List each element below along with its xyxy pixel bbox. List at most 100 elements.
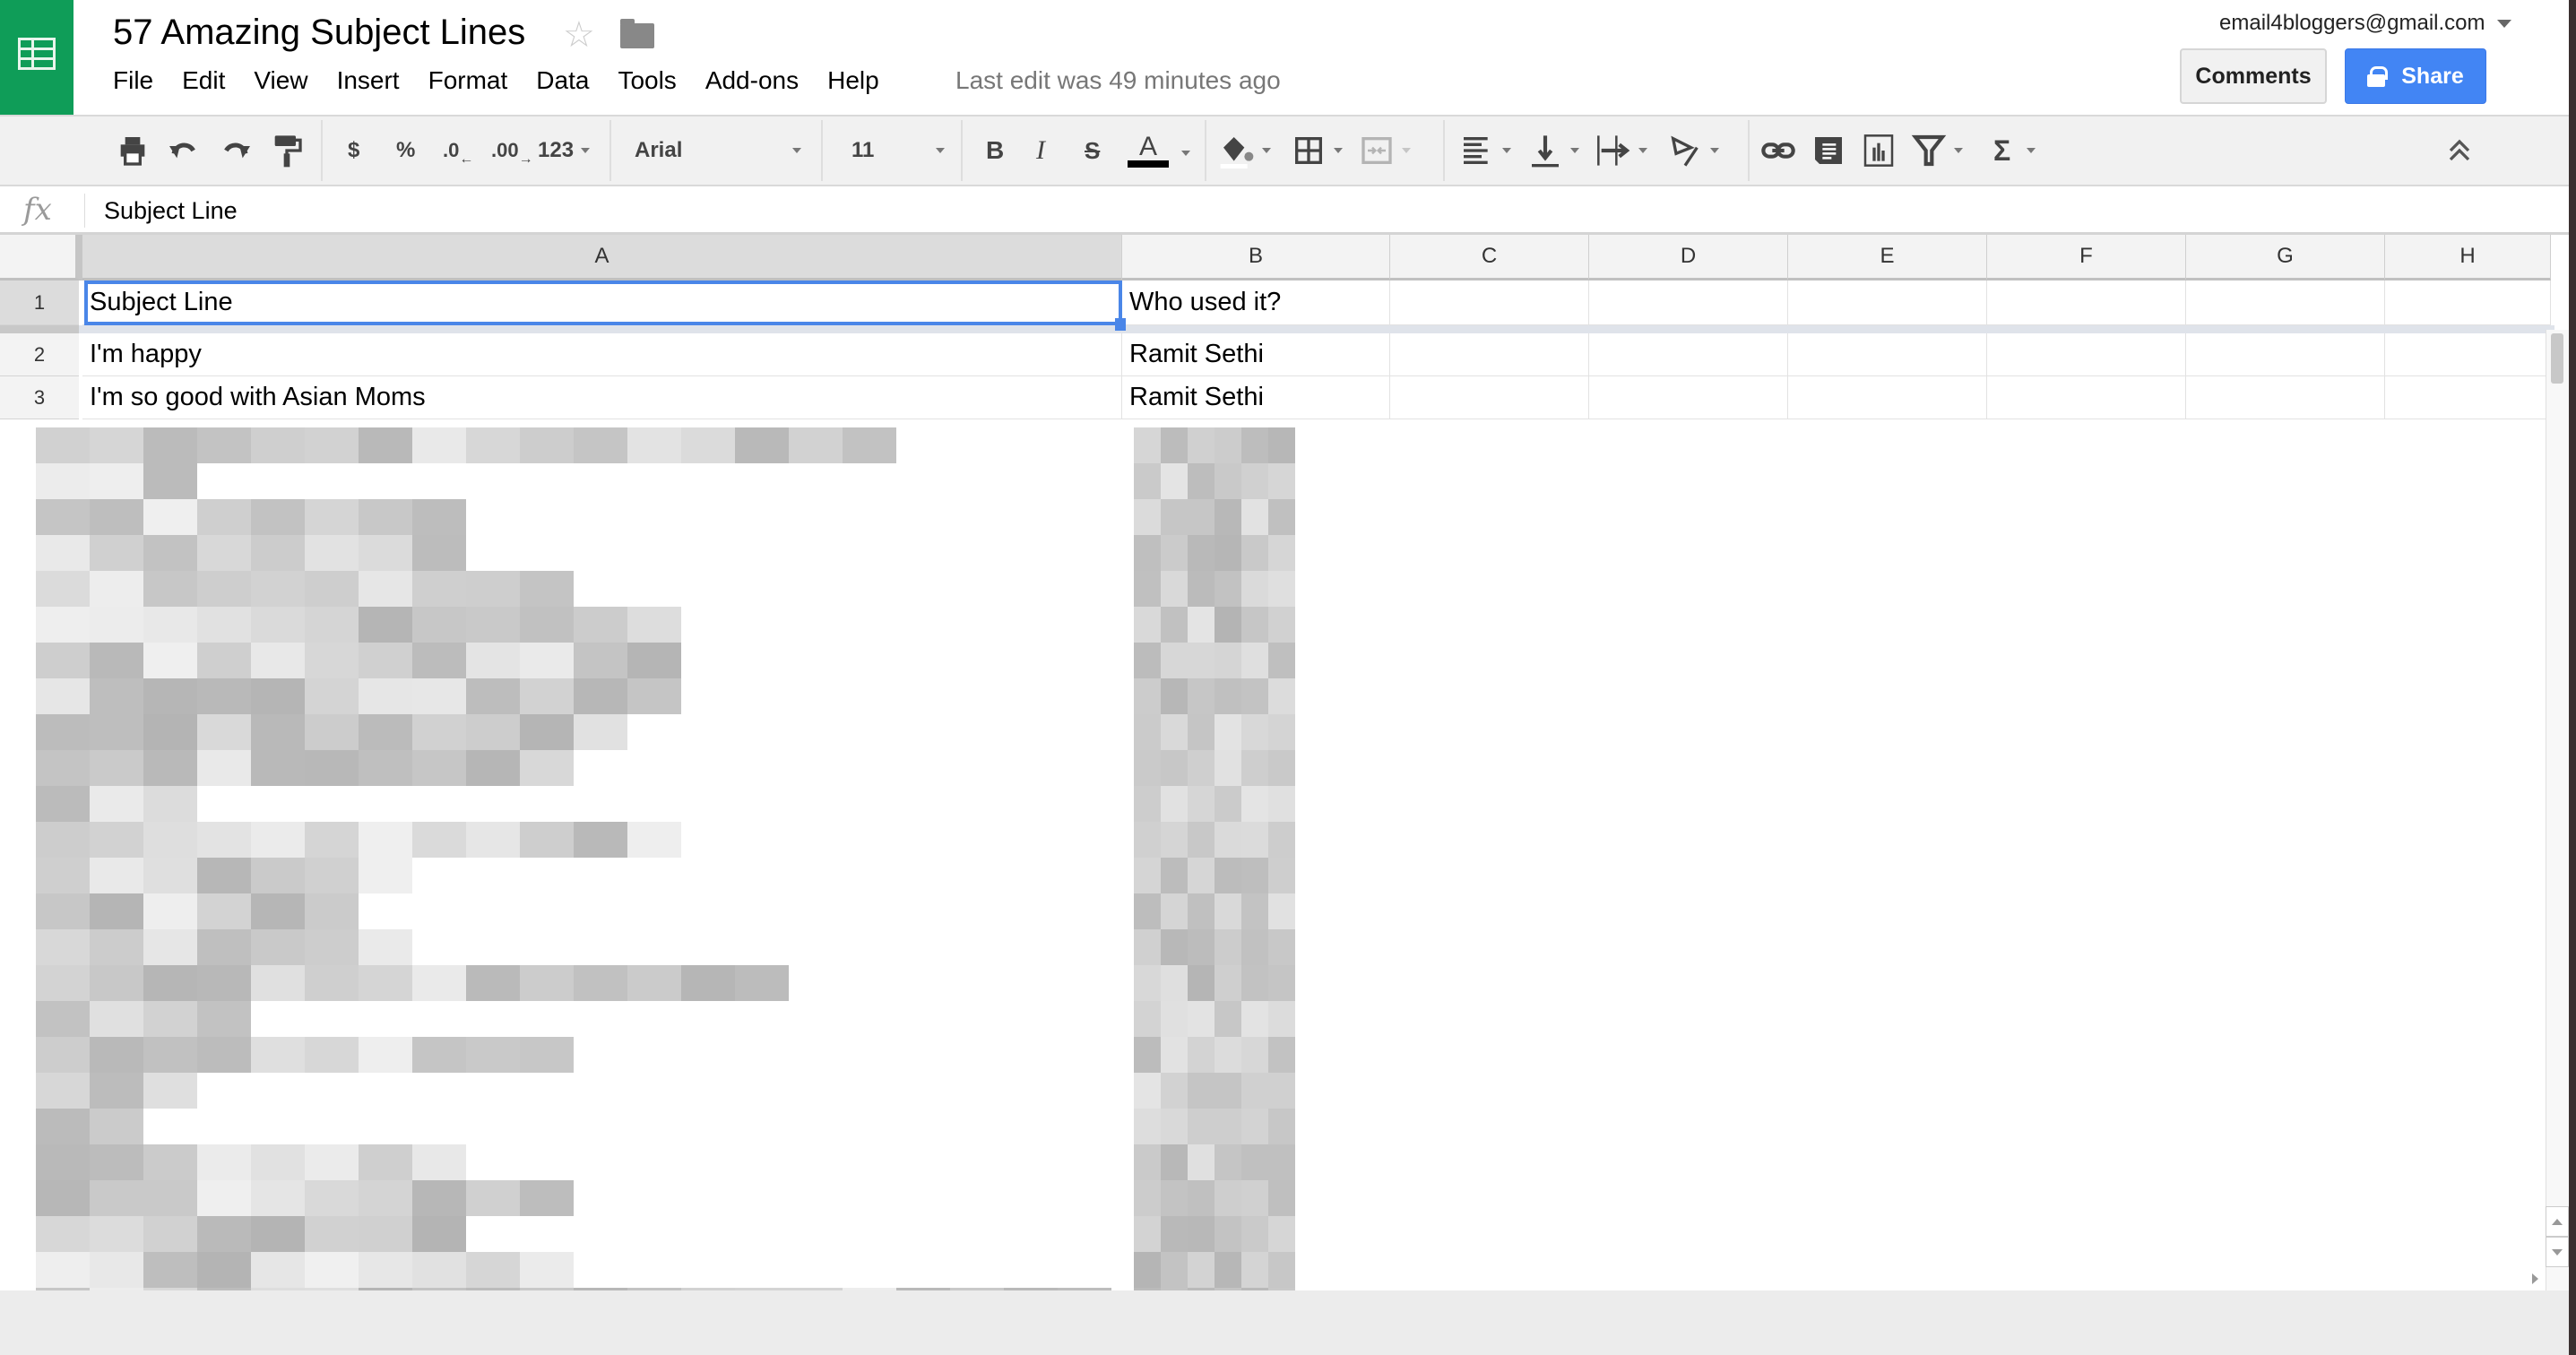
row-header-1[interactable]: 1 <box>0 280 79 325</box>
frozen-row-handle[interactable] <box>0 325 79 333</box>
cell-a3[interactable]: I'm so good with Asian Moms <box>82 376 1122 419</box>
redo-button[interactable] <box>219 117 255 185</box>
text-color-button[interactable]: A <box>1128 117 1169 185</box>
font-family-select[interactable]: Arial <box>635 117 801 185</box>
merge-cells-button[interactable] <box>1359 117 1411 185</box>
column-header-d[interactable]: D <box>1589 235 1788 280</box>
column-header-f[interactable]: F <box>1987 235 2186 280</box>
cell-b1[interactable]: Who used it? <box>1122 280 1390 325</box>
scroll-right-button[interactable] <box>2524 1267 2546 1290</box>
filter-button[interactable] <box>1911 117 1963 185</box>
font-family-value: Arial <box>635 138 683 162</box>
collapse-toolbar-button[interactable] <box>2442 117 2477 185</box>
comments-button[interactable]: Comments <box>2180 48 2327 104</box>
chevron-down-icon[interactable] <box>2497 20 2511 28</box>
last-edit-status[interactable]: Last edit was 49 minutes ago <box>955 66 1281 95</box>
row-header-3[interactable]: 3 <box>0 376 79 419</box>
document-title[interactable]: 57 Amazing Subject Lines <box>113 13 525 53</box>
menu-data[interactable]: Data <box>536 66 589 95</box>
paint-format-button[interactable] <box>269 117 305 185</box>
obscured-block <box>36 463 90 499</box>
decrease-decimal-button[interactable]: .0 ← <box>443 117 473 185</box>
cell-c1[interactable] <box>1390 280 1589 325</box>
frozen-row-divider[interactable] <box>0 325 2554 333</box>
column-header-g[interactable]: G <box>2186 235 2385 280</box>
star-icon[interactable]: ☆ <box>563 14 595 56</box>
cell-f2[interactable] <box>1987 333 2186 376</box>
fill-color-button[interactable] <box>1219 117 1271 185</box>
column-header-e[interactable]: E <box>1788 235 1987 280</box>
cell-g2[interactable] <box>2186 333 2385 376</box>
cell-d2[interactable] <box>1589 333 1788 376</box>
column-header-a[interactable]: A <box>82 235 1122 280</box>
more-formats-button[interactable]: 123 <box>538 117 591 185</box>
insert-comment-button[interactable] <box>1811 117 1846 185</box>
bold-button[interactable]: B <box>986 117 1004 185</box>
menu-edit[interactable]: Edit <box>182 66 225 95</box>
formula-input[interactable]: Subject Line <box>104 197 238 225</box>
font-size-select[interactable]: 11 <box>851 117 945 185</box>
row-header-2[interactable]: 2 <box>0 333 79 376</box>
cell-a2[interactable]: I'm happy <box>82 333 1122 376</box>
vertical-scrollbar[interactable] <box>2546 330 2569 1355</box>
menu-tools[interactable]: Tools <box>618 66 676 95</box>
cell-f3[interactable] <box>1987 376 2186 419</box>
cell-h2[interactable] <box>2385 333 2551 376</box>
fill-handle[interactable] <box>1115 318 1126 331</box>
strikethrough-button[interactable]: S <box>1085 117 1100 185</box>
obscured-block <box>359 929 412 965</box>
insert-link-button[interactable] <box>1760 117 1796 185</box>
cell-e1[interactable] <box>1788 280 1987 325</box>
undo-button[interactable] <box>165 117 201 185</box>
account-email[interactable]: email4bloggers@gmail.com <box>2219 11 2485 36</box>
column-header-b[interactable]: B <box>1122 235 1390 280</box>
cell-d1[interactable] <box>1589 280 1788 325</box>
menu-insert[interactable]: Insert <box>337 66 400 95</box>
vertical-align-button[interactable] <box>1527 117 1579 185</box>
vertical-scroll-thumb[interactable] <box>2551 333 2563 384</box>
folder-icon[interactable] <box>620 19 654 48</box>
cell-e3[interactable] <box>1788 376 1987 419</box>
cell-g3[interactable] <box>2186 376 2385 419</box>
cell-b3[interactable]: Ramit Sethi <box>1122 376 1390 419</box>
cell-c2[interactable] <box>1390 333 1589 376</box>
cell-d3[interactable] <box>1589 376 1788 419</box>
column-header-h[interactable]: H <box>2385 235 2551 280</box>
borders-button[interactable] <box>1291 117 1343 185</box>
sheets-logo[interactable] <box>0 0 73 115</box>
scroll-up-button[interactable] <box>2546 1206 2569 1237</box>
obscured-block <box>520 427 574 463</box>
chevron-down-icon[interactable] <box>1181 151 1190 156</box>
scroll-down-button[interactable] <box>2546 1237 2569 1267</box>
cell-b2[interactable]: Ramit Sethi <box>1122 333 1390 376</box>
share-button[interactable]: Share <box>2345 48 2486 104</box>
cell-c3[interactable] <box>1390 376 1589 419</box>
cell-h3[interactable] <box>2385 376 2551 419</box>
menu-view[interactable]: View <box>254 66 307 95</box>
print-button[interactable] <box>115 117 151 185</box>
horizontal-align-button[interactable] <box>1459 117 1511 185</box>
menu-addons[interactable]: Add-ons <box>705 66 799 95</box>
column-header-c[interactable]: C <box>1390 235 1589 280</box>
undo-icon <box>169 142 195 159</box>
obscured-block <box>1188 1144 1215 1180</box>
text-rotation-button[interactable] <box>1667 117 1719 185</box>
functions-button[interactable]: Σ <box>1993 117 2036 185</box>
cell-h1[interactable] <box>2385 280 2551 325</box>
menu-format[interactable]: Format <box>428 66 508 95</box>
obscured-block <box>143 893 197 929</box>
menu-help[interactable]: Help <box>827 66 879 95</box>
insert-chart-button[interactable] <box>1861 117 1897 185</box>
obscured-block <box>412 1037 466 1073</box>
percent-format-button[interactable]: % <box>396 117 415 185</box>
select-all-corner[interactable] <box>0 235 82 280</box>
obscured-block <box>1241 499 1268 535</box>
menu-file[interactable]: File <box>113 66 153 95</box>
cell-f1[interactable] <box>1987 280 2186 325</box>
increase-decimal-button[interactable]: .00 → <box>491 117 533 185</box>
cell-g1[interactable] <box>2186 280 2385 325</box>
cell-e2[interactable] <box>1788 333 1987 376</box>
currency-format-button[interactable]: $ <box>348 117 359 185</box>
italic-button[interactable]: I <box>1036 117 1045 185</box>
text-wrapping-button[interactable] <box>1595 117 1647 185</box>
